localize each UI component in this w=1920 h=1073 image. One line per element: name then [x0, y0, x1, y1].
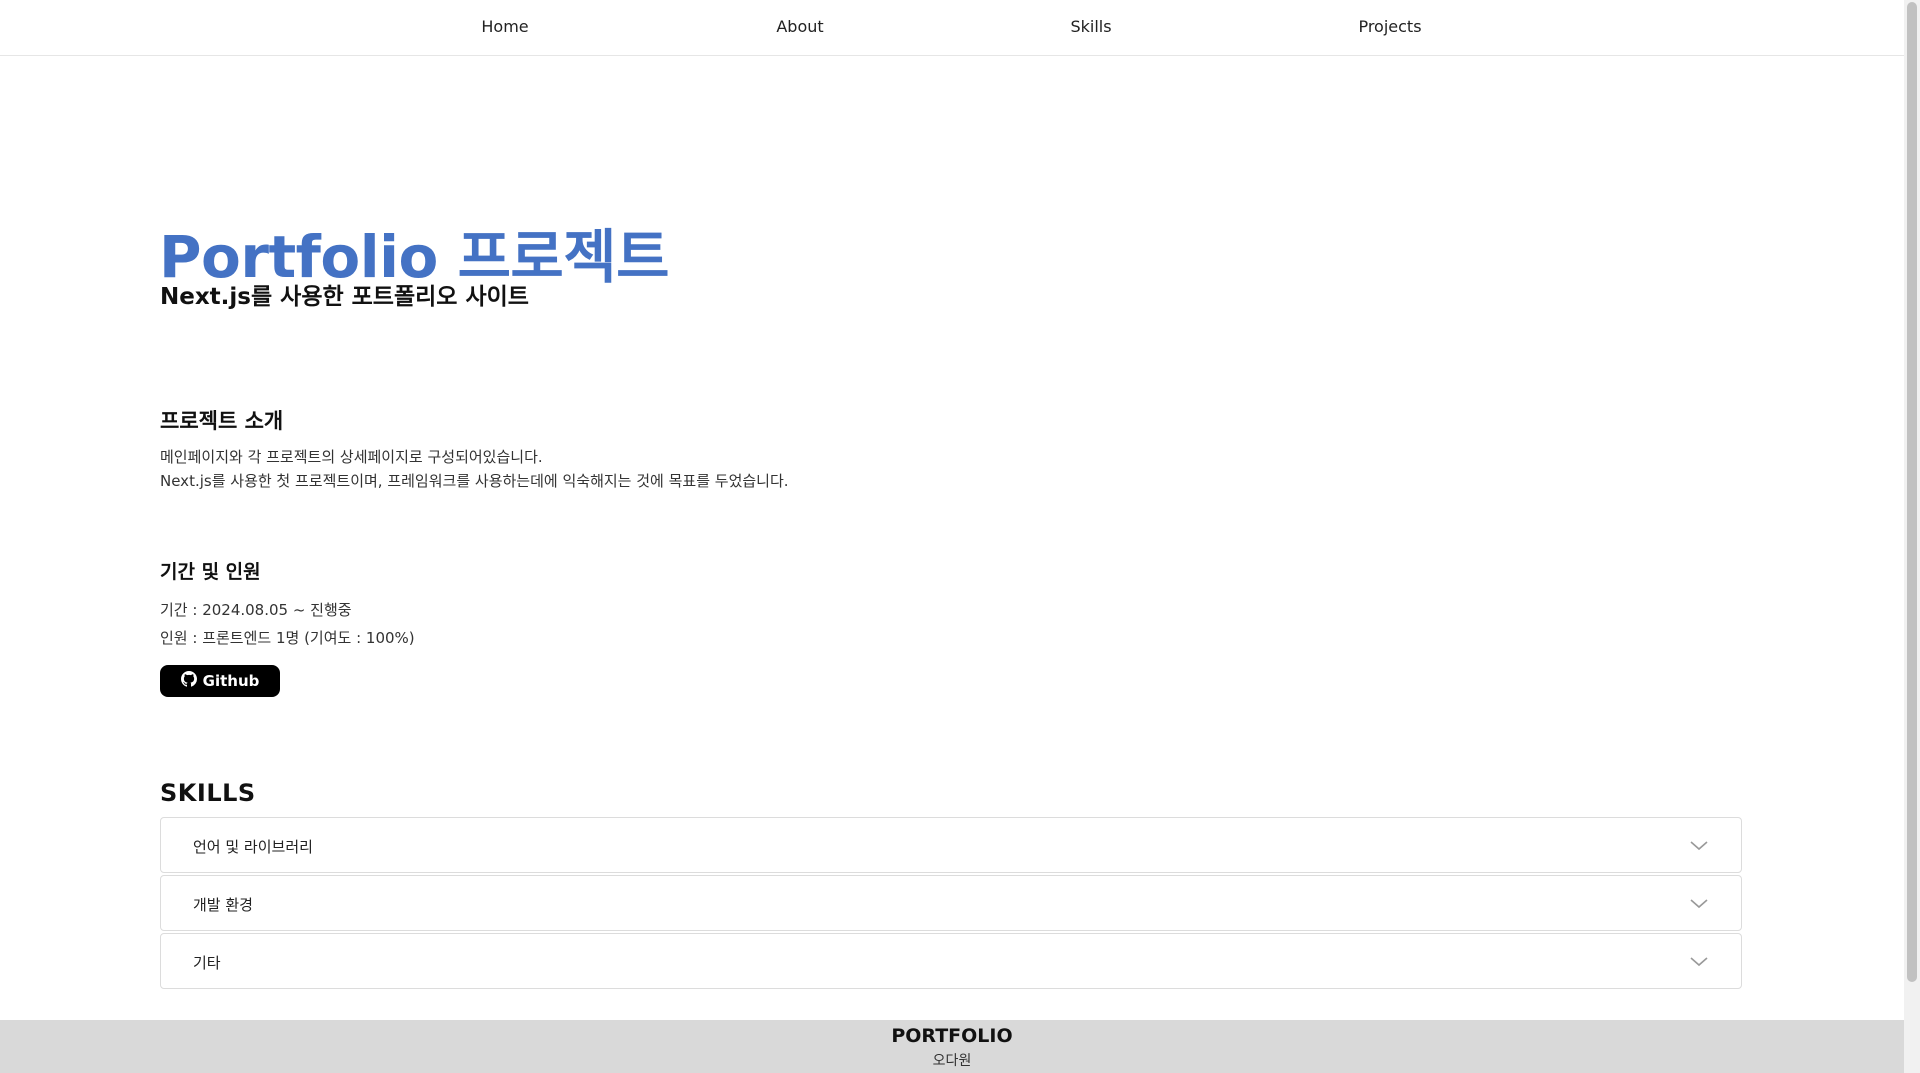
github-button[interactable]: Github — [160, 665, 280, 697]
scrollbar-thumb[interactable] — [1907, 2, 1917, 982]
intro-title: 프로젝트 소개 — [160, 409, 284, 433]
accordion-label: 언어 및 라이브러리 — [193, 838, 313, 856]
hero-subtitle: Next.js를 사용한 포트폴리오 사이트 — [160, 284, 529, 310]
footer: PORTFOLIO 오다원 — [0, 1020, 1904, 1073]
intro-line-1: 메인페이지와 각 프로젝트의 상세페이지로 구성되어있습니다. — [160, 448, 543, 466]
nav-skills[interactable]: Skills — [1070, 17, 1111, 36]
footer-title: PORTFOLIO — [891, 1025, 1013, 1047]
footer-author: 오다원 — [932, 1053, 972, 1069]
skills-title: SKILLS — [160, 779, 256, 807]
page: Home About Skills Projects Portfolio 프로젝… — [0, 0, 1904, 1073]
period-title: 기간 및 인원 — [160, 561, 261, 583]
vertical-scrollbar[interactable] — [1904, 0, 1920, 1073]
nav-home[interactable]: Home — [481, 17, 528, 36]
nav-projects[interactable]: Projects — [1358, 17, 1421, 36]
accordion-label: 개발 환경 — [193, 896, 253, 914]
accordion-languages[interactable]: 언어 및 라이브러리 — [160, 817, 1742, 873]
top-nav: Home About Skills Projects — [0, 0, 1904, 56]
members-line: 인원 : 프론트엔드 1명 (기여도 : 100%) — [160, 629, 415, 647]
github-label: Github — [202, 672, 260, 690]
accordion-label: 기타 — [193, 954, 221, 972]
chevron-down-icon — [1690, 957, 1708, 967]
accordion-etc[interactable]: 기타 — [160, 933, 1742, 989]
intro-line-2: Next.js를 사용한 첫 프로젝트이며, 프레임워크를 사용하는데에 익숙해… — [160, 472, 789, 490]
github-icon — [180, 671, 197, 691]
period-line: 기간 : 2024.08.05 ~ 진행중 — [160, 601, 352, 619]
nav-about[interactable]: About — [776, 17, 823, 36]
accordion-dev-env[interactable]: 개발 환경 — [160, 875, 1742, 931]
chevron-down-icon — [1690, 899, 1708, 909]
chevron-down-icon — [1690, 841, 1708, 851]
